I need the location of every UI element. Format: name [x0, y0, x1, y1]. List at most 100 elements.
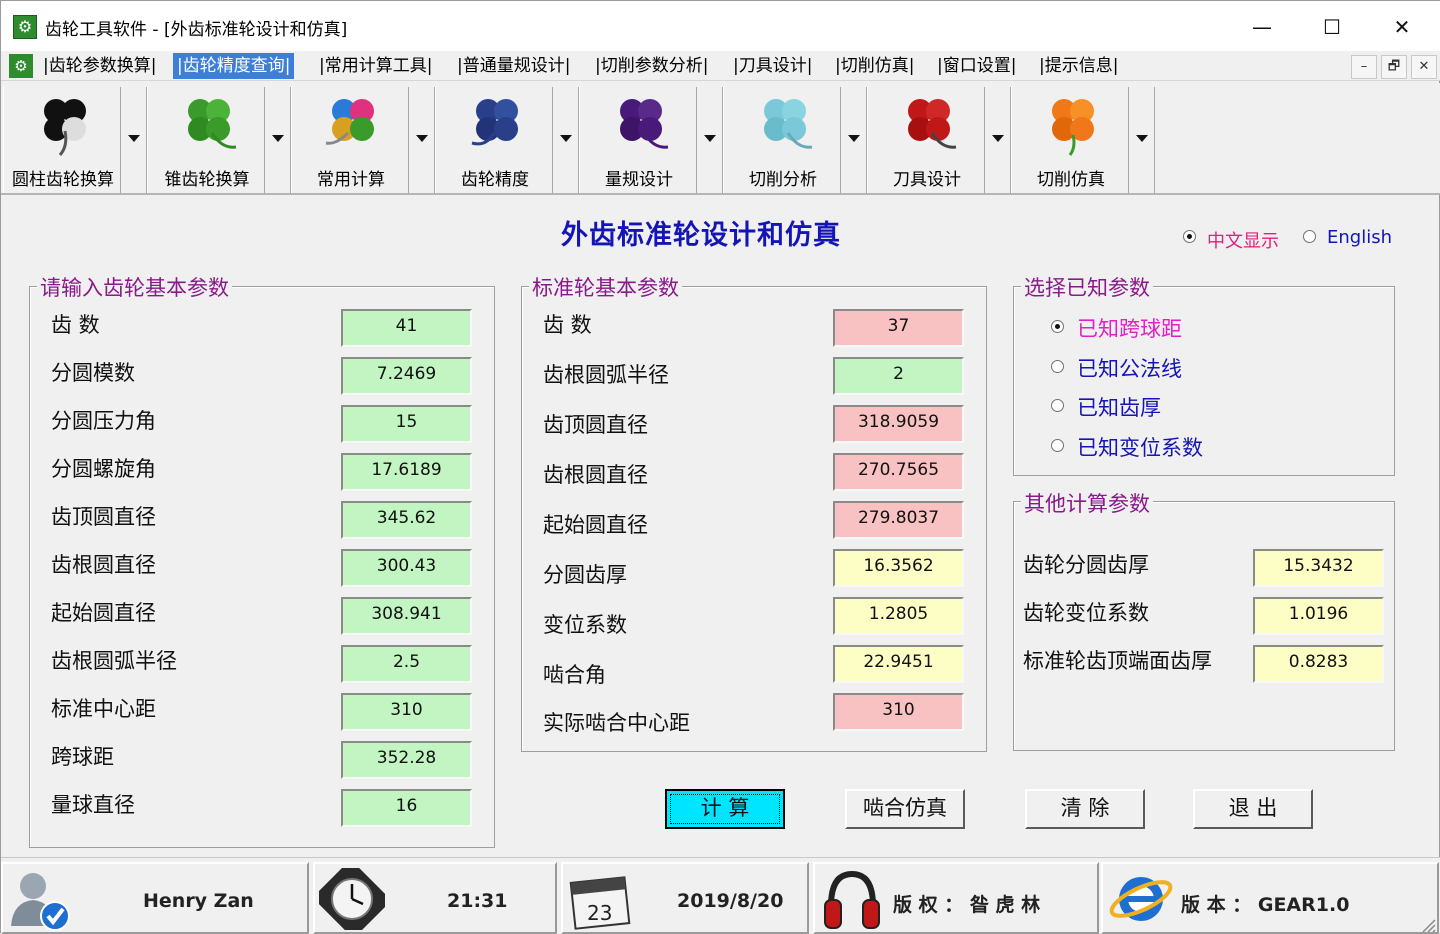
menu-window-settings[interactable]: |窗口设置|	[933, 53, 1020, 79]
std-actual-center-distance[interactable]: 310	[833, 693, 964, 731]
menu-tips[interactable]: |提示信息|	[1035, 53, 1122, 79]
known-shift-radio[interactable]	[1051, 439, 1064, 452]
toolbar-gear-precision-button[interactable]: 齿轮精度	[435, 87, 553, 193]
input-pressure-angle[interactable]: 15	[341, 405, 472, 443]
input-over-ball-distance[interactable]: 352.28	[341, 741, 472, 779]
input-module[interactable]: 7.2469	[341, 357, 472, 395]
chevron-down-icon	[272, 135, 284, 142]
known-span-label[interactable]: 已知公法线	[1077, 353, 1182, 383]
toolbar-cutting-sim-button[interactable]: 切削仿真	[1011, 87, 1129, 193]
clear-button[interactable]: 清 除	[1025, 789, 1145, 829]
toolbar-cylindrical-gear-button[interactable]: 圆柱齿轮换算	[3, 87, 121, 193]
chevron-down-icon	[992, 135, 1004, 142]
menu-gear-precision-query[interactable]: |齿轮精度查询|	[173, 53, 295, 79]
toolbar-dropdown-7[interactable]	[985, 87, 1011, 193]
status-user-panel: Henry Zan	[1, 862, 309, 934]
known-over-ball-radio[interactable]	[1051, 320, 1064, 333]
menu-cutting-sim[interactable]: |切削仿真|	[831, 53, 918, 79]
toolbar-dropdown-2[interactable]	[265, 87, 291, 193]
menu-bar: ⚙ |齿轮参数换算| |齿轮精度查询| |常用计算工具| |普通量规设计| |切…	[1, 51, 1440, 81]
toolbar-bevel-gear-button[interactable]: 锥齿轮换算	[147, 87, 265, 193]
status-date: 2019/8/20	[677, 890, 784, 912]
std-label-actual-center-distance: 实际啮合中心距	[543, 711, 690, 735]
known-over-ball-label[interactable]: 已知跨球距	[1077, 313, 1182, 343]
close-button[interactable]: ✕	[1379, 11, 1425, 43]
menu-gauge-design[interactable]: |普通量规设计|	[453, 53, 574, 79]
other-label-tip-thickness: 标准轮齿顶端面齿厚	[1023, 649, 1212, 673]
input-helix-angle[interactable]: 17.6189	[341, 453, 472, 491]
status-bar: Henry Zan 21:31 23 2019/8/20 版 权 ： 昝 虎 林…	[1, 857, 1440, 934]
status-copyright: 版 权 ： 昝 虎 林	[893, 894, 1041, 916]
input-tip-diameter[interactable]: 345.62	[341, 501, 472, 539]
input-tooth-count[interactable]: 41	[341, 309, 472, 347]
toolbar-dropdown-8[interactable]	[1129, 87, 1155, 193]
mdi-close-button[interactable]: ✕	[1411, 55, 1437, 79]
std-label-tooth-count: 齿 数	[543, 313, 592, 337]
std-shift-coefficient[interactable]: 1.2805	[833, 597, 964, 635]
resize-grip-icon[interactable]	[1417, 914, 1437, 934]
input-root-fillet-radius[interactable]: 2.5	[341, 645, 472, 683]
std-tooth-count[interactable]: 37	[833, 309, 964, 347]
toolbar-tool-design-button[interactable]: 刀具设计	[867, 87, 985, 193]
std-tip-diameter[interactable]: 318.9059	[833, 405, 964, 443]
toolbar-dropdown-3[interactable]	[409, 87, 435, 193]
calculate-button[interactable]: 计 算	[665, 789, 785, 829]
gear-menu-icon[interactable]: ⚙	[9, 54, 33, 78]
ie-logo-icon	[1109, 877, 1173, 921]
calendar-day: 23	[587, 901, 612, 925]
input-label-ball-diameter: 量球直径	[51, 793, 135, 817]
minimize-button[interactable]: —	[1239, 11, 1285, 43]
input-label-center-distance: 标准中心距	[51, 697, 156, 721]
toolbar-label: 量规设计	[605, 170, 673, 190]
std-mesh-angle[interactable]: 22.9451	[833, 645, 964, 683]
menu-common-calc-tools[interactable]: |常用计算工具|	[315, 53, 436, 79]
menu-tool-design[interactable]: |刀具设计|	[729, 53, 816, 79]
std-label-shift-coefficient: 变位系数	[543, 613, 627, 637]
toolbar-dropdown-5[interactable]	[697, 87, 723, 193]
std-label-root-diameter: 齿根圆直径	[543, 463, 648, 487]
lang-chinese-radio[interactable]	[1183, 230, 1196, 243]
mdi-minimize-button[interactable]: –	[1351, 55, 1377, 79]
title-bar[interactable]: ⚙ 齿轮工具软件 - [外齿标准轮设计和仿真] — ☐ ✕	[1, 1, 1440, 51]
known-thickness-radio[interactable]	[1051, 399, 1064, 412]
toolbar-gauge-design-button[interactable]: 量规设计	[579, 87, 697, 193]
input-center-distance[interactable]: 310	[341, 693, 472, 731]
known-span-radio[interactable]	[1051, 360, 1064, 373]
other-tooth-thickness[interactable]: 15.3432	[1253, 549, 1384, 587]
status-version-panel: 版 本 ： GEAR1.0	[1101, 862, 1439, 934]
std-root-fillet-radius[interactable]: 2	[833, 357, 964, 395]
toolbar-common-calc-button[interactable]: 常用计算	[291, 87, 409, 193]
known-param-group	[1013, 286, 1395, 476]
input-root-diameter[interactable]: 300.43	[341, 549, 472, 587]
lang-english-label[interactable]: English	[1327, 227, 1392, 248]
mdi-restore-button[interactable]: 🗗	[1381, 55, 1407, 79]
std-root-diameter[interactable]: 270.7565	[833, 453, 964, 491]
status-time-panel: 21:31	[313, 862, 557, 934]
clock-icon	[319, 868, 385, 930]
std-label-tooth-thickness: 分圆齿厚	[543, 563, 627, 587]
lang-chinese-label[interactable]: 中文显示	[1207, 227, 1279, 253]
clover-black-icon	[44, 99, 86, 156]
toolbar-dropdown-1[interactable]	[121, 87, 147, 193]
input-label-root-fillet-radius: 齿根圆弧半径	[51, 649, 177, 673]
clover-purple-icon	[620, 99, 669, 149]
lang-english-radio[interactable]	[1303, 230, 1316, 243]
known-thickness-label[interactable]: 已知齿厚	[1077, 392, 1161, 422]
input-start-diameter[interactable]: 308.941	[341, 597, 472, 635]
calendar-icon: 23	[569, 876, 631, 930]
std-tooth-thickness[interactable]: 16.3562	[833, 549, 964, 587]
toolbar-dropdown-4[interactable]	[553, 87, 579, 193]
exit-button[interactable]: 退 出	[1193, 789, 1313, 829]
menu-gear-param-convert[interactable]: |齿轮参数换算|	[39, 53, 160, 79]
toolbar-cutting-analysis-button[interactable]: 切削分析	[723, 87, 841, 193]
status-user-name: Henry Zan	[143, 890, 254, 912]
other-tip-thickness[interactable]: 0.8283	[1253, 645, 1384, 683]
std-start-diameter[interactable]: 279.8037	[833, 501, 964, 539]
mesh-simulation-button[interactable]: 啮合仿真	[845, 789, 965, 829]
input-ball-diameter[interactable]: 16	[341, 789, 472, 827]
toolbar-dropdown-6[interactable]	[841, 87, 867, 193]
known-shift-label[interactable]: 已知变位系数	[1077, 432, 1203, 462]
maximize-button[interactable]: ☐	[1309, 11, 1355, 43]
other-shift-coefficient[interactable]: 1.0196	[1253, 597, 1384, 635]
menu-cutting-param-analysis[interactable]: |切削参数分析|	[591, 53, 712, 79]
